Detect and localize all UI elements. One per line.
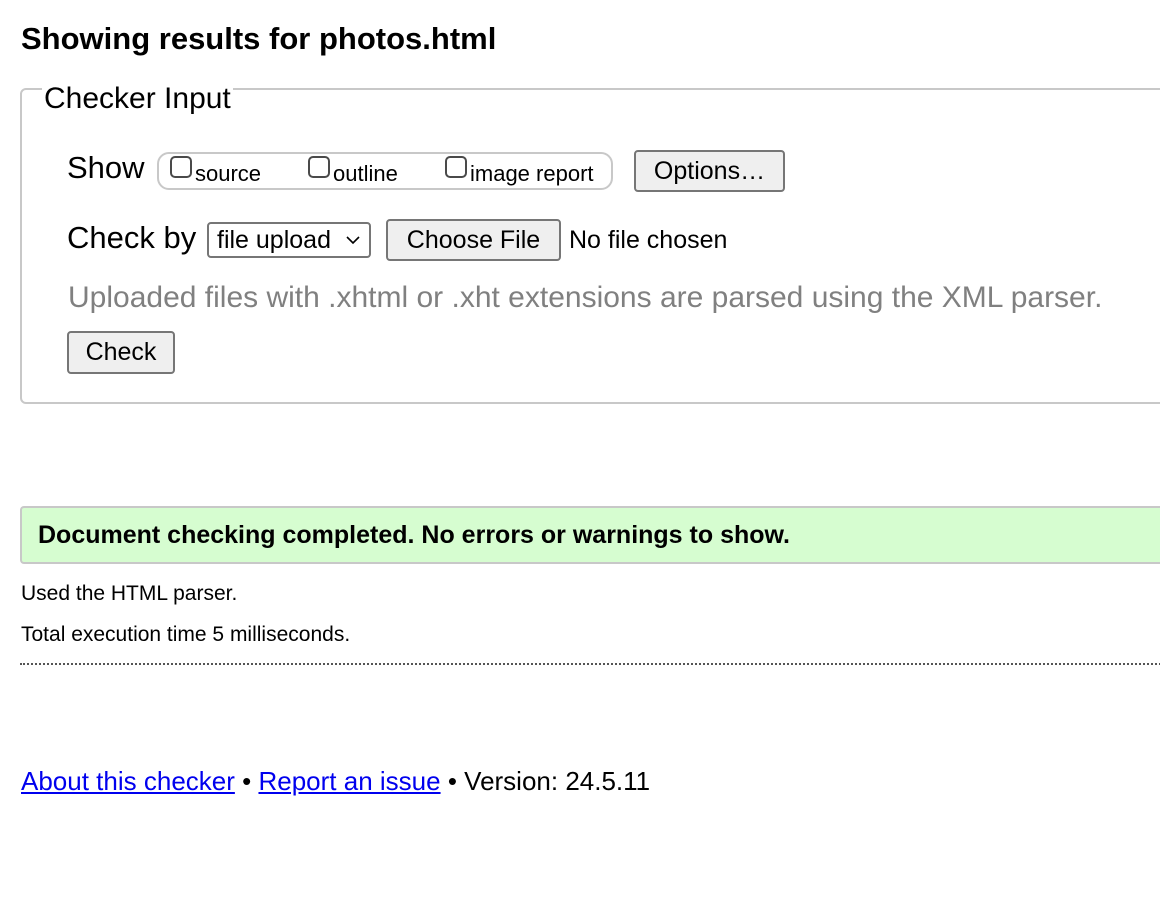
image-report-checkbox-label: image report: [470, 161, 594, 186]
image-report-checkbox[interactable]: [445, 156, 467, 178]
success-message: Document checking completed. No errors o…: [20, 506, 1160, 564]
page-title: Showing results for photos.html: [21, 21, 497, 56]
source-checkbox[interactable]: [170, 156, 192, 178]
choose-file-button[interactable]: Choose File: [386, 219, 561, 261]
file-status-text: No file chosen: [569, 226, 728, 254]
check-button[interactable]: Check: [67, 331, 175, 374]
chevron-down-icon: [346, 236, 360, 245]
check-by-select[interactable]: file upload: [207, 222, 371, 258]
footer-separator: •: [447, 766, 457, 796]
source-checkbox-label: source: [195, 161, 262, 186]
report-issue-link[interactable]: Report an issue: [258, 766, 440, 796]
footer: About this checker • Report an issue • V…: [21, 765, 650, 797]
outline-checkbox-label: outline: [333, 161, 398, 186]
execution-time: Total execution time 5 milliseconds.: [21, 623, 351, 646]
checker-input-legend: Checker Input: [42, 82, 233, 116]
about-checker-link[interactable]: About this checker: [21, 766, 235, 796]
options-button[interactable]: Options…: [634, 150, 785, 192]
check-by-label: Check by: [67, 220, 197, 255]
parser-info: Used the HTML parser.: [21, 582, 238, 605]
results-divider: [20, 663, 1160, 665]
page: Showing results for photos.html Checker …: [0, 0, 1160, 914]
show-image-report-option[interactable]: image report: [445, 152, 594, 190]
show-label: Show: [67, 150, 145, 185]
upload-hint: Uploaded files with .xhtml or .xht exten…: [68, 281, 1103, 314]
show-outline-option[interactable]: outline: [308, 152, 398, 190]
show-source-option[interactable]: source: [170, 152, 261, 190]
version-text: Version: 24.5.11: [464, 766, 651, 796]
footer-separator: •: [242, 766, 252, 796]
outline-checkbox[interactable]: [308, 156, 330, 178]
check-by-select-value: file upload: [217, 225, 331, 254]
